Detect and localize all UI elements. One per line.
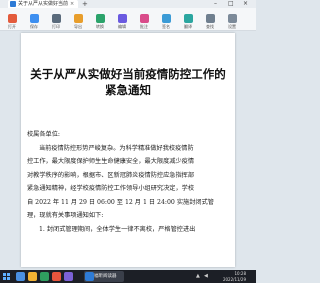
close-tab-icon[interactable]: × [70, 0, 74, 8]
new-tab-icon[interactable]: + [82, 0, 88, 8]
toolbar-10-icon[interactable] [206, 14, 215, 23]
doc-paragraph-line: 对教学秩序的影响，根据市、区新冠肺炎疫情防控应急指挥部 [27, 172, 195, 179]
taskbar: 福昕阅读器 ▲ ◀ 10:28 2022/11/29 [0, 270, 256, 283]
taskbar-app-label: 福昕阅读器 [94, 274, 117, 279]
toolbar-label: 导出 [74, 24, 82, 29]
toolbar-11-icon[interactable] [228, 14, 237, 23]
doc-paragraph-line: 1. 封闭式管理期间，全体学生一律不离校，严格管控进出 [39, 226, 196, 233]
file-explorer-icon[interactable] [28, 272, 37, 281]
doc-paragraph-line: 紧急通知精神，经学校疫情防控工作领导小组研究决定，学校 [27, 185, 195, 192]
mail-icon[interactable] [52, 272, 61, 281]
reader-app-icon [85, 272, 94, 281]
toolbar-label: 翻译 [184, 24, 192, 29]
toolbar-8-icon[interactable] [162, 14, 171, 23]
browser-icon[interactable] [40, 272, 49, 281]
doc-title-line1: 关于从严从实做好当前疫情防控工作的 [30, 67, 226, 81]
toolbar-4-icon[interactable] [74, 14, 83, 23]
search-icon[interactable] [16, 272, 25, 281]
tab-title: 关于从严从实做好当前疫情防控... [18, 1, 68, 7]
taskbar-active-app[interactable]: 福昕阅读器 [84, 271, 124, 282]
doc-title-line2: 紧急通知 [105, 83, 151, 97]
close-window-icon[interactable]: × [243, 0, 248, 8]
app-icon[interactable] [64, 272, 73, 281]
network-icon[interactable]: ▲ [196, 273, 200, 280]
doc-paragraph-line: 控工作，最大限度保护师生生命健康安全，最大限度减少疫情 [27, 158, 195, 165]
document-tab[interactable]: 关于从严从实做好当前疫情防控... × [8, 0, 78, 8]
document-page: 关于从严从实做好当前疫情防控工作的 紧急通知 校属各单位: 当前疫情防控形势严峻… [21, 33, 235, 267]
toolbar-9-icon[interactable] [184, 14, 193, 23]
doc-paragraph-line: 当前疫情防控形势严峻复杂。为科学精准做好我校疫情防 [39, 145, 194, 152]
toolbar-label: 打开 [8, 24, 16, 29]
doc-paragraph-line: 理，现就有关事项通知如下: [27, 212, 104, 219]
toolbar-label: 设置 [228, 24, 236, 29]
toolbar-label: 保存 [30, 24, 38, 29]
pdf-file-icon [10, 1, 16, 7]
volume-icon[interactable]: ◀ [204, 273, 208, 280]
clock-date: 2022/11/29 [222, 276, 246, 282]
toolbar-5-icon[interactable] [96, 14, 105, 23]
toolbar-2-icon[interactable] [30, 14, 39, 23]
clock[interactable]: 10:28 2022/11/29 [223, 271, 246, 282]
minimize-icon[interactable]: – [214, 0, 217, 8]
toolbar-label: 打印 [52, 24, 60, 29]
toolbar-6-icon[interactable] [118, 14, 127, 23]
tab-bar: 关于从严从实做好当前疫情防控... × + – □ × [0, 0, 256, 8]
toolbar-label: 签名 [162, 24, 170, 29]
doc-salutation: 校属各单位: [27, 131, 61, 138]
toolbar: 打开 保存 打印 导出 转换 编辑 批注 签名 翻译 查找 设置 [0, 8, 256, 31]
toolbar-1-icon[interactable] [8, 14, 17, 23]
doc-paragraph-line: 自 2022 年 11 月 29 日 06:00 至 12 月 1 日 24:0… [27, 199, 214, 206]
maximize-icon[interactable]: □ [228, 0, 234, 8]
toolbar-label: 查找 [206, 24, 214, 29]
toolbar-label: 批注 [140, 24, 148, 29]
toolbar-label: 转换 [96, 24, 104, 29]
toolbar-label: 编辑 [118, 24, 126, 29]
start-menu-icon[interactable] [3, 273, 10, 280]
toolbar-7-icon[interactable] [140, 14, 149, 23]
toolbar-3-icon[interactable] [52, 14, 61, 23]
